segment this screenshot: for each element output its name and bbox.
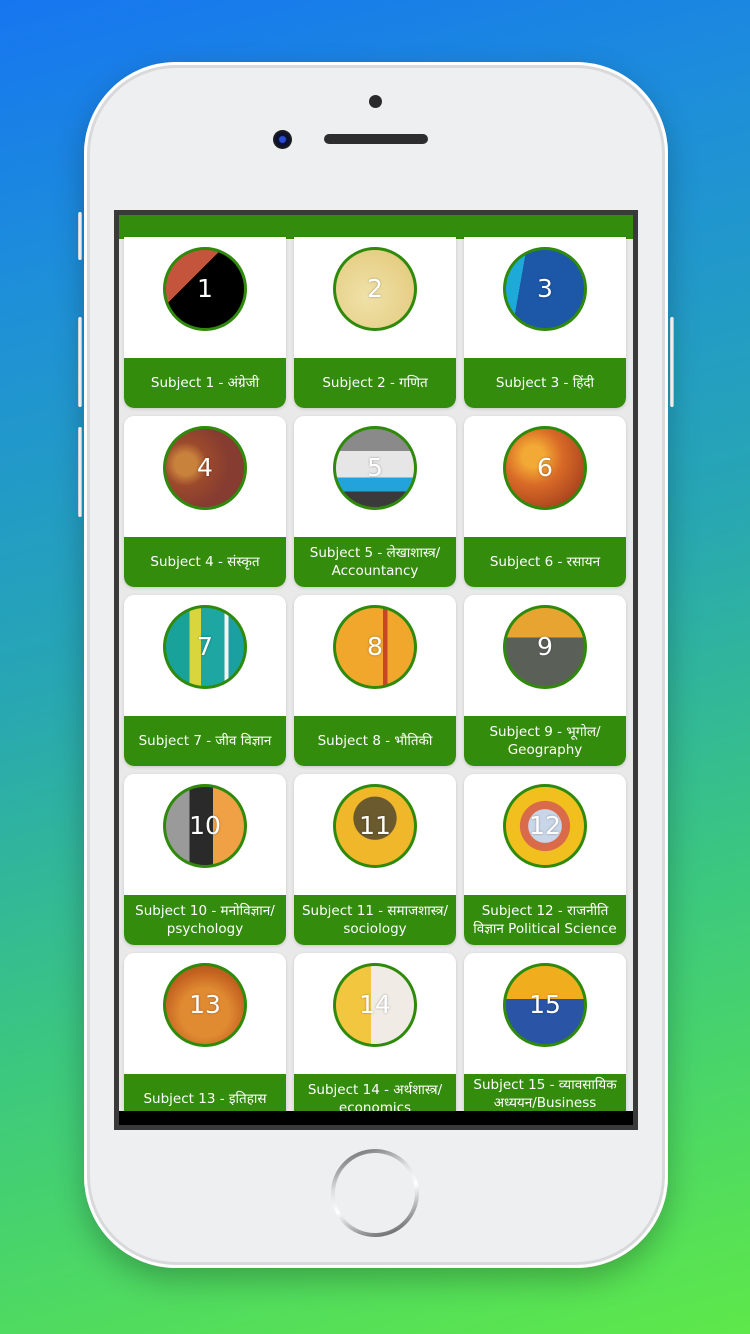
subject-card[interactable]: 3 Subject 3 - हिंदी [464,237,626,408]
volume-up-button [78,317,82,407]
earpiece-speaker [324,134,428,144]
ganit-cover: 2 [333,247,417,331]
subject-card[interactable]: 12 Subject 12 - राजनीति विज्ञान Political… [464,774,626,945]
kaleidoscope-cover: 1 [163,247,247,331]
subject-card[interactable]: 13 Subject 13 - इतिहास [124,953,286,1111]
subject-number: 10 [189,810,221,840]
subject-card[interactable]: 10 Subject 10 - मनोविज्ञान/ psychology [124,774,286,945]
rasayan-cover: 6 [503,426,587,510]
subject-number: 2 [367,273,383,303]
subject-number: 14 [359,989,391,1019]
subject-label: Subject 7 - जीव विज्ञान [124,716,286,766]
subject-card[interactable]: 6 Subject 6 - रसायन [464,416,626,587]
front-camera-icon [273,130,292,149]
subject-number: 9 [537,631,553,661]
physics-cover: 8 [333,605,417,689]
phone-screen: 1 Subject 1 - अंग्रेजी 2 Subject 2 - गणित 3 S… [114,210,638,1130]
subject-label: Subject 11 - समाजशास्त्र/ sociology [294,895,456,945]
app-header-bar [119,215,633,239]
subject-label: Subject 15 - व्यावसायिक अध्ययन/Business … [464,1074,626,1111]
subject-card[interactable]: 9 Subject 9 - भूगोल/ Geography [464,595,626,766]
geography-cover: 9 [503,605,587,689]
sanskrit-cover: 4 [163,426,247,510]
subject-label: Subject 12 - राजनीति विज्ञान Political S… [464,895,626,945]
subject-label: Subject 8 - भौतिकी [294,716,456,766]
silent-switch [78,212,82,260]
subject-number: 15 [529,989,561,1019]
subject-card[interactable]: 8 Subject 8 - भौतिकी [294,595,456,766]
subject-card[interactable]: 5 Subject 5 - लेखाशास्त्र/ Accountancy [294,416,456,587]
home-button[interactable] [331,1149,419,1237]
subject-card[interactable]: 15 Subject 15 - व्यावसायिक अध्ययन/Busines… [464,953,626,1111]
psychology-cover: 10 [163,784,247,868]
biology-cover: 7 [163,605,247,689]
subject-list-app: 1 Subject 1 - अंग्रेजी 2 Subject 2 - गणित 3 S… [119,215,633,1111]
proximity-sensor [369,95,382,108]
subject-card[interactable]: 4 Subject 4 - संस्कृत [124,416,286,587]
economics-cover: 14 [333,963,417,1047]
subject-card[interactable]: 2 Subject 2 - गणित [294,237,456,408]
volume-down-button [78,427,82,517]
subject-label: Subject 2 - गणित [294,358,456,408]
subject-label: Subject 9 - भूगोल/ Geography [464,716,626,766]
subject-label: Subject 6 - रसायन [464,537,626,587]
accountancy-cover: 5 [333,426,417,510]
subject-label: Subject 5 - लेखाशास्त्र/ Accountancy [294,537,456,587]
subject-card[interactable]: 11 Subject 11 - समाजशास्त्र/ sociology [294,774,456,945]
power-button [670,317,674,407]
sociology-cover: 11 [333,784,417,868]
subject-number: 12 [529,810,561,840]
subject-number: 6 [537,452,553,482]
business-studies-cover: 15 [503,963,587,1047]
antra-cover: 3 [503,247,587,331]
subject-number: 3 [537,273,553,303]
subject-label: Subject 3 - हिंदी [464,358,626,408]
history-cover: 13 [163,963,247,1047]
subject-grid: 1 Subject 1 - अंग्रेजी 2 Subject 2 - गणित 3 S… [119,237,633,1111]
subject-number: 1 [197,273,213,303]
subject-number: 13 [189,989,221,1019]
subject-number: 11 [359,810,391,840]
subject-label: Subject 14 - अर्थशास्त्र/ economics [294,1074,456,1111]
subject-card[interactable]: 7 Subject 7 - जीव विज्ञान [124,595,286,766]
political-science-cover: 12 [503,784,587,868]
subject-label: Subject 10 - मनोविज्ञान/ psychology [124,895,286,945]
subject-label: Subject 13 - इतिहास [124,1074,286,1111]
subject-number: 7 [197,631,213,661]
subject-card[interactable]: 14 Subject 14 - अर्थशास्त्र/ economics [294,953,456,1111]
subject-number: 4 [197,452,213,482]
phone-frame: 1 Subject 1 - अंग्रेजी 2 Subject 2 - गणित 3 S… [78,62,674,1268]
subject-label: Subject 1 - अंग्रेजी [124,358,286,408]
subject-number: 5 [367,452,383,482]
subject-card[interactable]: 1 Subject 1 - अंग्रेजी [124,237,286,408]
subject-number: 8 [367,631,383,661]
subject-label: Subject 4 - संस्कृत [124,537,286,587]
